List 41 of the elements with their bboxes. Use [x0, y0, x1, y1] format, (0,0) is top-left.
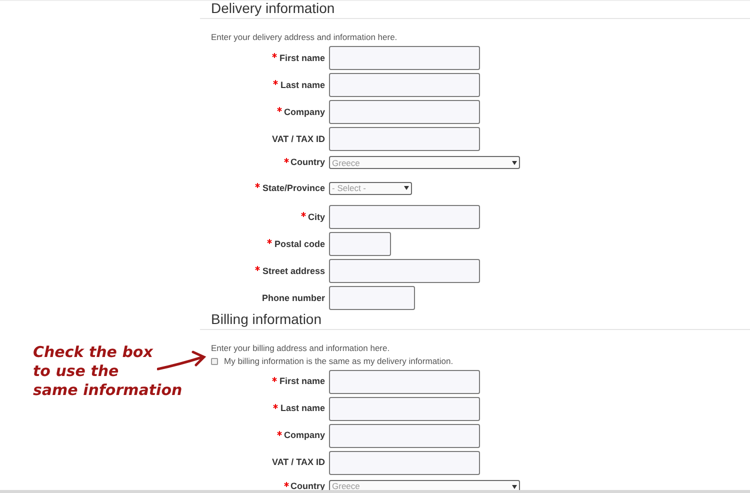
text-field[interactable]	[329, 370, 480, 394]
checkbox-label[interactable]: My billing information is the same as my delivery information.	[224, 355, 454, 368]
field-label: Last name	[280, 78, 325, 92]
field-label: First name	[279, 52, 325, 64]
text-field[interactable]	[329, 424, 480, 448]
field-label: Postal code	[274, 238, 325, 250]
field-label: State/Province	[262, 182, 325, 194]
caret-icon	[512, 160, 517, 165]
text-field[interactable]	[329, 232, 391, 256]
annotation-text: same information	[33, 380, 184, 400]
checkbox[interactable]	[211, 358, 218, 365]
field-label: Company	[284, 106, 325, 119]
field-label: VAT / TAX ID	[272, 456, 325, 470]
text-field[interactable]	[329, 259, 480, 284]
arrow-icon	[157, 350, 207, 371]
section-heading: Delivery information	[211, 1, 335, 17]
section-description: Enter your delivery address and information here.	[210, 31, 398, 44]
text-field[interactable]	[329, 286, 415, 310]
annotation-text: Check the box	[33, 342, 154, 362]
text-field[interactable]	[329, 451, 480, 475]
field-label: City	[308, 210, 325, 224]
field-label: Phone number	[262, 292, 325, 304]
field-label: Street address	[262, 264, 325, 278]
text-field[interactable]	[329, 100, 480, 124]
field-label: First name	[279, 375, 325, 388]
text-field[interactable]	[329, 46, 480, 70]
annotation-text: to use the	[33, 362, 120, 381]
text-field[interactable]	[329, 73, 480, 98]
text-field[interactable]	[329, 205, 480, 230]
field-label: Country	[290, 156, 325, 169]
text-field[interactable]	[329, 127, 480, 152]
field-label: VAT / TAX ID	[272, 132, 325, 146]
dropdown-field[interactable]: Greece	[329, 156, 520, 170]
field-label: Company	[284, 429, 325, 442]
caret-icon	[404, 186, 409, 190]
section-description: Enter your billing address and information here.	[210, 342, 391, 354]
field-label: Last name	[280, 402, 325, 416]
text-field[interactable]	[329, 397, 480, 421]
dropdown-field[interactable]: - Select -	[329, 182, 412, 195]
section-heading: Billing information	[211, 310, 322, 328]
dropdown-field[interactable]: Greece	[329, 480, 520, 490]
